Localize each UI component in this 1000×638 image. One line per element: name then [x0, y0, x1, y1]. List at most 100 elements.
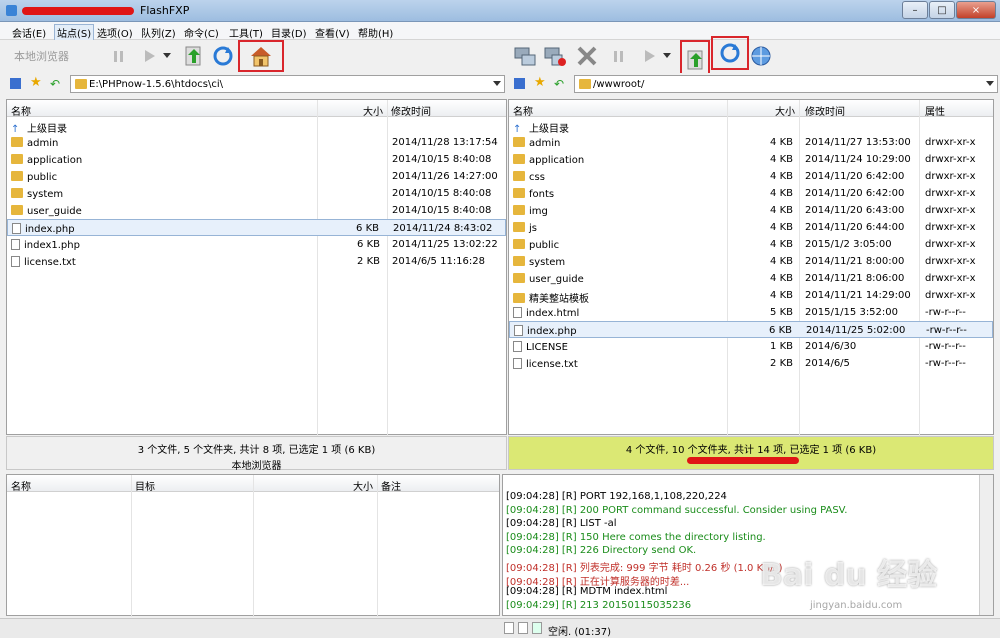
parent-directory-row[interactable]: ↑ 上级目录 [7, 117, 506, 135]
transfer-icon[interactable] [180, 43, 206, 69]
row-modified: 2014/11/27 13:53:00 [805, 137, 911, 148]
play-icon[interactable] [136, 43, 162, 69]
redacted-caption [687, 457, 799, 464]
row-name-text: index.php [25, 224, 75, 235]
favorite-star-icon[interactable]: ★ [534, 75, 546, 90]
file-row[interactable]: license.txt 2 KB 2014/6/5 -rw-r--r-- [509, 355, 993, 372]
remote-file-list[interactable]: 名称 大小 修改时间 属性 ↑ 上级目录 admin 4 KB 2014/11/27 1… [508, 99, 994, 436]
file-row[interactable]: index.html 5 KB 2015/1/15 3:52:00 -rw-r--r-… [509, 304, 993, 321]
row-name-text: public [529, 240, 560, 251]
col-name[interactable]: 名称 [11, 103, 31, 118]
row-name: index.html [513, 307, 579, 319]
title-bar: FlashFXP – □ × [0, 0, 1000, 22]
folder-row[interactable]: img 4 KB 2014/11/20 6:43:00 drwxr-xr-x [509, 202, 993, 219]
parent-directory-row[interactable]: ↑ 上级目录 [509, 117, 993, 135]
refresh-icon[interactable] [210, 43, 236, 69]
col-queue-name[interactable]: 名称 [11, 478, 31, 493]
chevron-down-icon[interactable] [986, 81, 994, 86]
chevron-down-icon[interactable] [493, 81, 501, 86]
remote-path-field[interactable]: /wwwroot/ [574, 75, 998, 93]
folder-row[interactable]: user_guide 4 KB 2014/11/21 8:06:00 drwxr-xr… [509, 270, 993, 287]
lock-icon [504, 622, 514, 634]
play-dropdown-icon[interactable] [660, 43, 674, 69]
file-row[interactable]: index.php 6 KB 2014/11/24 8:43:02 [7, 219, 506, 236]
play-icon[interactable] [636, 43, 662, 69]
file-row[interactable]: index.php 6 KB 2014/11/25 5:02:00 -rw-r--r-… [509, 321, 993, 338]
col-modified[interactable]: 修改时间 [805, 103, 845, 118]
menu-session[interactable]: 会话(E) [12, 25, 46, 40]
maximize-button[interactable]: □ [929, 1, 955, 19]
file-row[interactable]: license.txt 2 KB 2014/6/5 11:16:28 [7, 253, 506, 270]
refresh-button[interactable] [711, 36, 749, 70]
col-size[interactable]: 大小 [363, 103, 383, 118]
row-size: 6 KB [769, 325, 792, 336]
remote-column-headers: 名称 大小 修改时间 属性 [509, 100, 993, 118]
folder-row[interactable]: user_guide 2014/10/15 8:40:08 [7, 202, 506, 219]
disconnect-icon[interactable] [542, 43, 568, 69]
folder-row[interactable]: application 2014/10/15 8:40:08 [7, 151, 506, 168]
folder-row[interactable]: public 2014/11/26 14:27:00 [7, 168, 506, 185]
col-queue-note[interactable]: 备注 [381, 478, 401, 493]
abort-icon[interactable] [574, 43, 600, 69]
menu-queue[interactable]: 队列(Z) [141, 25, 176, 40]
log-panel[interactable]: [09:04:28] [R] PORT 192,168,1,108,220,22… [502, 474, 994, 616]
folder-row[interactable]: css 4 KB 2014/11/20 6:42:00 drwxr-xr-x [509, 168, 993, 185]
row-size: 4 KB [770, 154, 793, 165]
go-up-icon[interactable]: ↶ [554, 77, 564, 91]
row-modified: 2014/11/25 13:02:22 [392, 239, 498, 250]
local-file-list[interactable]: 名称 大小 修改时间 ↑ 上级目录 admin 2014/11/28 13:17:54… [6, 99, 507, 436]
row-name-text: img [529, 206, 548, 217]
home-button[interactable] [238, 40, 284, 72]
drive-icon[interactable] [10, 78, 21, 89]
row-size: 5 KB [770, 307, 793, 318]
go-up-icon[interactable]: ↶ [50, 77, 60, 91]
menu-commands[interactable]: 命令(C) [184, 25, 219, 40]
favorite-star-icon[interactable]: ★ [30, 75, 42, 90]
local-path-bar: ★ ↶ E:\PHPnow-1.5.6\htdocs\ci\ [0, 73, 507, 95]
pause-icon[interactable] [106, 43, 132, 69]
folder-row[interactable]: 精美整站模板 4 KB 2014/11/21 14:29:00 drwxr-xr-x [509, 287, 993, 305]
col-queue-target[interactable]: 目标 [135, 478, 155, 493]
folder-row[interactable]: system 4 KB 2014/11/21 8:00:00 drwxr-xr-x [509, 253, 993, 270]
menu-tools[interactable]: 工具(T) [229, 25, 263, 40]
col-attributes[interactable]: 属性 [925, 103, 945, 118]
folder-row[interactable]: js 4 KB 2014/11/20 6:44:00 drwxr-xr-x [509, 219, 993, 236]
col-queue-size[interactable]: 大小 [353, 478, 373, 493]
pause-icon[interactable] [606, 43, 632, 69]
folder-row[interactable]: public 4 KB 2015/1/2 3:05:00 drwxr-xr-x [509, 236, 993, 253]
menu-sites[interactable]: 站点(S) [54, 24, 95, 41]
folder-row[interactable]: admin 4 KB 2014/11/27 13:53:00 drwxr-xr-x [509, 134, 993, 151]
local-caption: 本地浏览器 [231, 461, 282, 472]
menu-options[interactable]: 选项(O) [97, 25, 133, 40]
close-button[interactable]: × [956, 1, 996, 19]
folder-icon [513, 137, 525, 147]
local-browser-button[interactable]: 本地浏览器 [14, 48, 69, 64]
globe-icon[interactable] [748, 43, 774, 69]
refresh-icon [720, 43, 740, 63]
local-path-field[interactable]: E:\PHPnow-1.5.6\htdocs\ci\ [70, 75, 505, 93]
col-size[interactable]: 大小 [775, 103, 795, 118]
folder-row[interactable]: admin 2014/11/28 13:17:54 [7, 134, 506, 151]
menu-help[interactable]: 帮助(H) [358, 25, 393, 40]
row-size: 6 KB [356, 223, 379, 234]
menu-view[interactable]: 查看(V) [315, 25, 350, 40]
connect-icon[interactable] [512, 43, 538, 69]
row-name: license.txt [513, 358, 578, 370]
row-size: 4 KB [770, 188, 793, 199]
menu-directory[interactable]: 目录(D) [271, 25, 307, 40]
queue-panel[interactable]: 名称 目标 大小 备注 [6, 474, 500, 617]
row-modified: 2014/11/26 14:27:00 [392, 171, 498, 182]
row-modified: 2014/11/21 14:29:00 [805, 290, 911, 301]
minimize-button[interactable]: – [902, 1, 928, 19]
col-modified[interactable]: 修改时间 [391, 103, 431, 118]
drive-icon[interactable] [514, 78, 525, 89]
file-row[interactable]: LICENSE 1 KB 2014/6/30 -rw-r--r-- [509, 338, 993, 355]
folder-row[interactable]: system 2014/10/15 8:40:08 [7, 185, 506, 202]
col-name[interactable]: 名称 [513, 103, 533, 118]
row-modified: 2014/11/20 6:42:00 [805, 171, 905, 182]
folder-row[interactable]: application 4 KB 2014/11/24 10:29:00 drwxr-… [509, 151, 993, 168]
file-row[interactable]: index1.php 6 KB 2014/11/25 13:02:22 [7, 236, 506, 253]
log-scrollbar[interactable] [979, 475, 993, 615]
play-dropdown-icon[interactable] [160, 43, 174, 69]
folder-row[interactable]: fonts 4 KB 2014/11/20 6:42:00 drwxr-xr-x [509, 185, 993, 202]
